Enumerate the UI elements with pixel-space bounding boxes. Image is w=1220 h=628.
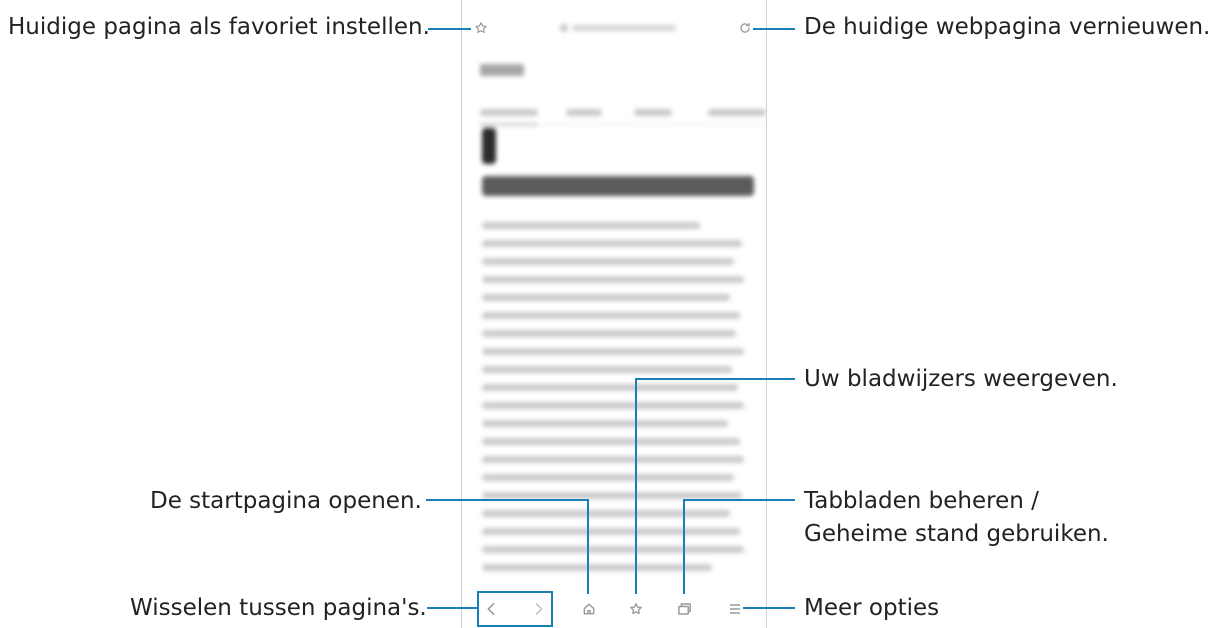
callout-bookmarks-hline: [635, 378, 795, 380]
url-text: [572, 25, 676, 31]
article-text-line: [482, 222, 700, 229]
star-outline-icon[interactable]: [627, 600, 645, 618]
blurred-webpage-content: [462, 0, 766, 628]
article-headline: [482, 176, 754, 196]
hamburger-menu-icon[interactable]: [727, 600, 743, 618]
article-image: [482, 128, 496, 164]
callout-bookmarks-vline: [635, 378, 637, 594]
article-text-line: [482, 348, 744, 355]
callout-more-label: Meer opties: [804, 595, 940, 621]
callout-favorite-label: Huidige pagina als favoriet instellen.: [8, 14, 430, 40]
site-tab: [634, 109, 672, 116]
article-text-line: [482, 312, 740, 319]
article-text-line: [482, 276, 744, 283]
article-text-line: [482, 456, 744, 463]
article-text-line: [482, 420, 728, 427]
article-text-line: [482, 510, 730, 517]
callout-tabs-hline: [683, 499, 795, 501]
callout-tabs-vline: [683, 499, 685, 594]
callout-navigate-label: Wisselen tussen pagina's.: [130, 595, 427, 621]
callout-refresh-line: [753, 28, 795, 30]
tabs-icon[interactable]: [675, 600, 693, 618]
article-text-line: [482, 384, 738, 391]
callout-refresh-label: De huidige webpagina vernieuwen.: [804, 14, 1211, 40]
callout-more-line: [743, 607, 795, 609]
article-text-line: [482, 330, 736, 337]
article-text-line: [482, 294, 730, 301]
article-text-line: [482, 528, 740, 535]
article-text-line: [482, 564, 712, 571]
star-outline-icon[interactable]: [472, 19, 490, 37]
article-text-line: [482, 402, 744, 409]
browser-screen: [461, 0, 767, 628]
address-bar[interactable]: [560, 22, 678, 34]
callout-navigate-box: [477, 591, 553, 627]
callout-bookmarks-label: Uw bladwijzers weergeven.: [804, 366, 1118, 392]
callout-tabs-label-line2: Geheime stand gebruiken.: [804, 521, 1109, 547]
article-text-line: [482, 366, 732, 373]
home-icon[interactable]: [580, 600, 598, 618]
callout-home-vline: [587, 499, 589, 594]
callout-home-hline: [426, 499, 589, 501]
site-logo: [480, 64, 524, 76]
article-text-line: [482, 474, 734, 481]
article-text-line: [482, 240, 742, 247]
site-tab: [480, 109, 538, 116]
callout-favorite-line: [428, 28, 471, 30]
refresh-icon[interactable]: [736, 19, 754, 37]
article-text-line: [482, 258, 734, 265]
active-tab-indicator: [480, 123, 538, 126]
site-tab: [708, 109, 766, 116]
callout-tabs-label-line1: Tabbladen beheren /: [804, 488, 1039, 514]
site-tab: [566, 109, 602, 116]
article-text-line: [482, 438, 740, 445]
article-text-line: [482, 492, 742, 499]
article-text-line: [482, 546, 744, 553]
lock-icon: [560, 24, 568, 32]
callout-home-label: De startpagina openen.: [150, 488, 422, 514]
callout-navigate-line: [427, 607, 478, 609]
